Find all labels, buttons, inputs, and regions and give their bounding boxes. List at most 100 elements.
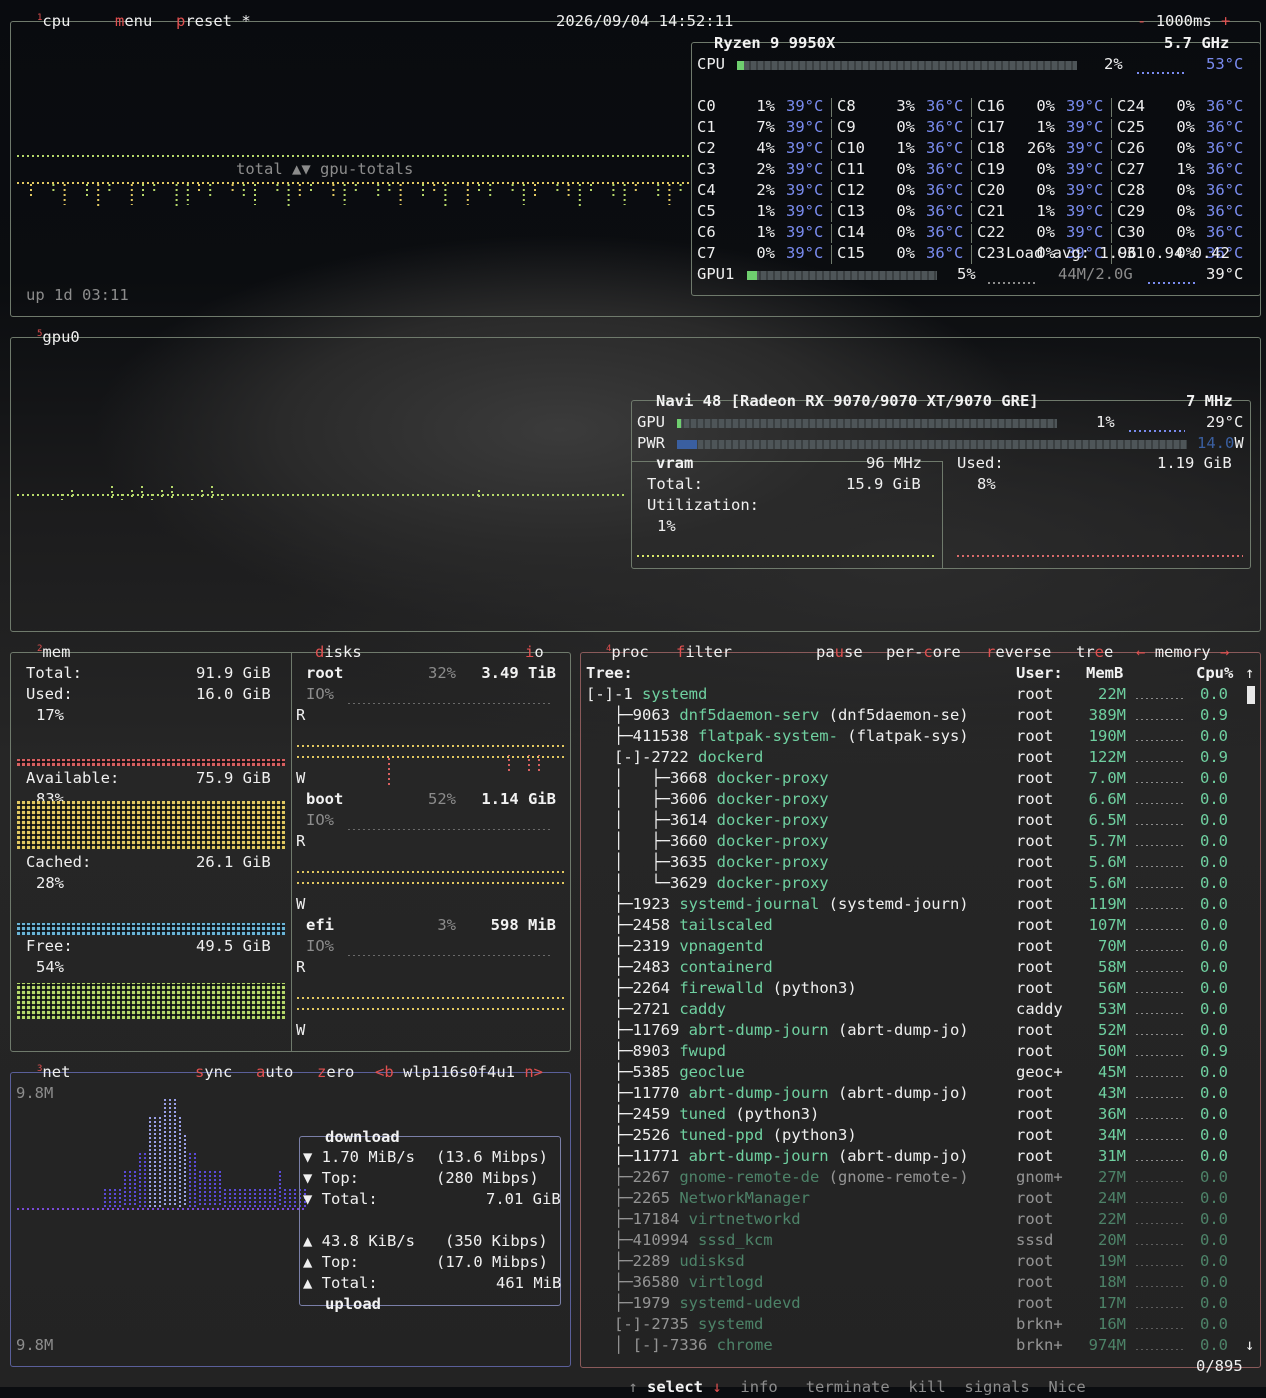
core-separator	[1111, 182, 1112, 201]
disk-io-graph	[348, 955, 553, 956]
core-pct: 4%	[756, 139, 775, 157]
scroll-down-icon[interactable]: ↓	[1245, 1335, 1254, 1356]
process-row[interactable]: │ ├─3614 docker-proxy root 6.5M 0.0	[586, 810, 1246, 831]
vram-clock: 96 MHz	[866, 454, 922, 472]
process-row[interactable]: ├─2319 vpnagentd root 70M 0.0	[586, 936, 1246, 957]
scroll-up-icon[interactable]: ↑	[1245, 663, 1254, 684]
process-row[interactable]: │ ├─3606 docker-proxy root 6.6M 0.0	[586, 789, 1246, 810]
process-user: root	[1016, 685, 1054, 703]
process-row[interactable]: ├─17184 virtnetworkd root 22M 0.0	[586, 1209, 1246, 1230]
process-row[interactable]: ├─36580 virtlogd root 18M 0.0	[586, 1272, 1246, 1293]
process-cpu: 0.0	[1200, 1336, 1228, 1354]
process-row[interactable]: │ ├─3660 docker-proxy root 5.7M 0.0	[586, 831, 1246, 852]
cpu-tab[interactable]: 1cpu	[37, 11, 70, 31]
process-row[interactable]: │ ├─3668 docker-proxy root 7.0M 0.0	[586, 768, 1246, 789]
scrollbar-thumb[interactable]	[1247, 686, 1255, 704]
process-row[interactable]: │ ├─3635 docker-proxy root 5.6M 0.0	[586, 852, 1246, 873]
mem-tab[interactable]: 2mem	[37, 642, 70, 662]
process-cpu-graph	[1136, 1328, 1186, 1329]
process-row[interactable]: ├─11770 abrt-dump-journ (abrt-dump-jo) ro…	[586, 1083, 1246, 1104]
col-user[interactable]: User:	[1016, 663, 1063, 684]
process-mem: 24M	[1098, 1189, 1126, 1207]
col-cpu[interactable]: Cpu%	[1196, 663, 1233, 684]
process-name: abrt-dump-journ	[688, 1147, 829, 1165]
process-mem: 36M	[1098, 1105, 1126, 1123]
proc-tab[interactable]: 4proc	[606, 642, 649, 662]
update-rate[interactable]: - 1000ms +	[1137, 11, 1230, 31]
vram-used-value: 1.19 GiB	[1157, 454, 1232, 472]
disk-read-label: R	[296, 958, 306, 976]
disk-name: root	[306, 664, 344, 682]
proc-reverse[interactable]: reverse	[986, 642, 1051, 662]
process-row[interactable]: [-]-2735 systemd brkn+ 16M 0.0	[586, 1314, 1246, 1335]
process-row[interactable]: ├─8903 fwupd root 50M 0.9	[586, 1041, 1246, 1062]
process-cpu-graph	[1136, 908, 1186, 909]
process-row[interactable]: ├─1923 systemd-journal (systemd-journ) ro…	[586, 894, 1246, 915]
core-pct: 0%	[896, 244, 915, 262]
process-mem: 7.0M	[1088, 769, 1126, 787]
process-row[interactable]: ├─411538 flatpak-system- (flatpak-sys) ro…	[586, 726, 1246, 747]
cpu-graph	[30, 184, 682, 207]
preset-button[interactable]: preset *	[176, 11, 251, 31]
net-interface-select[interactable]: <b wlp116s0f4u1 n>	[375, 1062, 543, 1082]
proc-per-core[interactable]: per-core	[886, 642, 961, 662]
core-c16: C16	[977, 97, 1005, 115]
net-zero-toggle[interactable]: zero	[317, 1062, 354, 1082]
footer-kill[interactable]: kill	[908, 1378, 945, 1396]
process-row[interactable]: ├─1979 systemd-udevd root 17M 0.0	[586, 1293, 1246, 1314]
core-separator	[1111, 224, 1112, 243]
process-name: systemd	[642, 685, 708, 703]
footer-terminate[interactable]: terminate	[806, 1378, 890, 1396]
core-separator	[971, 245, 972, 264]
process-user: root	[1016, 769, 1054, 787]
vram-util-graph	[637, 555, 935, 557]
col-mem[interactable]: MemB	[1086, 663, 1123, 684]
process-args: (abrt-dump-jo)	[828, 1021, 969, 1039]
process-row[interactable]: ├─2458 tailscaled root 107M 0.0	[586, 915, 1246, 936]
process-row[interactable]: ├─410994 sssd_kcm sssd 20M 0.0	[586, 1230, 1246, 1251]
process-name: fwupd	[679, 1042, 726, 1060]
footer-select[interactable]: select	[647, 1378, 703, 1396]
proc-filter[interactable]: filter	[676, 642, 732, 662]
process-cpu: 0.0	[1200, 1084, 1228, 1102]
footer-nice[interactable]: Nice	[1048, 1378, 1085, 1396]
process-row[interactable]: ├─9063 dnf5daemon-serv (dnf5daemon-se) ro…	[586, 705, 1246, 726]
menu-button[interactable]: menu	[115, 11, 152, 31]
footer-up-icon[interactable]: ↑	[628, 1378, 637, 1396]
net-auto-toggle[interactable]: auto	[256, 1062, 293, 1082]
core-temp: 36°C	[926, 139, 964, 157]
process-row[interactable]: │ └─3629 docker-proxy root 5.6M 0.0	[586, 873, 1246, 894]
disk-io-label: IO%	[306, 937, 334, 955]
gpu0-tab[interactable]: 5gpu0	[37, 327, 80, 347]
io-tab[interactable]: io	[525, 642, 544, 662]
process-row[interactable]: ├─2721 caddy caddy 53M 0.0	[586, 999, 1246, 1020]
process-row[interactable]: ├─2459 tuned (python3) root 36M 0.0	[586, 1104, 1246, 1125]
process-mem: 974M	[1088, 1336, 1126, 1354]
process-row[interactable]: ├─2265 NetworkManager root 24M 0.0	[586, 1188, 1246, 1209]
process-user: root	[1016, 874, 1054, 892]
disk-write-label: W	[296, 1021, 306, 1039]
col-tree[interactable]: Tree:	[586, 663, 633, 684]
process-row[interactable]: ├─2289 udisksd root 19M 0.0	[586, 1251, 1246, 1272]
proc-sort[interactable]: ← memory →	[1136, 642, 1229, 662]
disk-write-label: W	[296, 895, 306, 913]
net-tab[interactable]: 3net	[37, 1062, 70, 1082]
disks-tab[interactable]: disks	[315, 642, 362, 662]
process-row[interactable]: [-]-1 systemd root 22M 0.0	[586, 684, 1246, 705]
proc-pause[interactable]: pause	[816, 642, 863, 662]
net-sync-toggle[interactable]: sync	[195, 1062, 232, 1082]
footer-signals[interactable]: signals	[964, 1378, 1029, 1396]
process-row[interactable]: [-]-2722 dockerd root 122M 0.9	[586, 747, 1246, 768]
process-cpu-graph	[1136, 1055, 1186, 1056]
process-row[interactable]: ├─2526 tuned-ppd (python3) root 34M 0.0	[586, 1125, 1246, 1146]
proc-tree[interactable]: tree	[1076, 642, 1113, 662]
process-row[interactable]: ├─11771 abrt-dump-journ (abrt-dump-jo) ro…	[586, 1146, 1246, 1167]
process-row[interactable]: ├─11769 abrt-dump-journ (abrt-dump-jo) ro…	[586, 1020, 1246, 1041]
footer-info[interactable]: info	[740, 1378, 777, 1396]
process-row[interactable]: ├─5385 geoclue geoc+ 45M 0.0	[586, 1062, 1246, 1083]
process-row[interactable]: ├─2267 gnome-remote-de (gnome-remote-) gn…	[586, 1167, 1246, 1188]
footer-down-icon[interactable]: ↓	[712, 1378, 721, 1396]
process-row[interactable]: ├─2264 firewalld (python3) root 56M 0.0	[586, 978, 1246, 999]
process-row[interactable]: ├─2483 containerd root 58M 0.0	[586, 957, 1246, 978]
process-row[interactable]: │ [-]-7336 chrome brkn+ 974M 0.0	[586, 1335, 1246, 1356]
